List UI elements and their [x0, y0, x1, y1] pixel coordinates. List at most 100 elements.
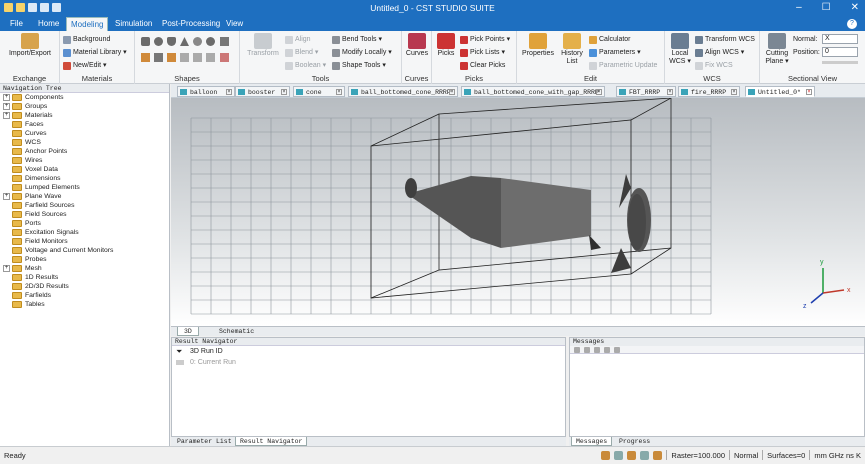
boolean-button[interactable]: Boolean ▾: [285, 61, 326, 70]
tree-item[interactable]: Faces: [0, 120, 169, 129]
doc-tab-booster[interactable]: booster ×: [235, 86, 290, 97]
parametric-update-button[interactable]: Parametric Update: [589, 61, 657, 70]
calculator-button[interactable]: Calculator: [589, 35, 631, 44]
bend-tools-button[interactable]: Bend Tools ▾: [332, 35, 382, 44]
close-tab-icon[interactable]: ×: [596, 89, 602, 95]
close-tab-icon[interactable]: ×: [731, 89, 737, 95]
cutting-plane-button[interactable]: Cutting Plane ▾: [762, 33, 792, 66]
close-tab-icon[interactable]: ×: [336, 89, 342, 95]
tab-modeling[interactable]: Modeling: [66, 17, 109, 31]
tree-item[interactable]: Farfield Sources: [0, 201, 169, 210]
analytic-icon[interactable]: [220, 53, 229, 62]
doc-tab-untitled[interactable]: Untitled_0* ×: [745, 86, 815, 97]
tree-item[interactable]: 2D/3D Results: [0, 282, 169, 291]
doc-tab-cone[interactable]: cone ×: [293, 86, 345, 97]
tree-item[interactable]: Ports: [0, 219, 169, 228]
sphere-icon[interactable]: [154, 37, 163, 46]
settings-icon[interactable]: [574, 346, 580, 353]
history-list-button[interactable]: History List: [558, 33, 586, 66]
curves-button[interactable]: Curves: [403, 33, 431, 58]
shape-dropdown-icon[interactable]: [220, 37, 229, 46]
shape-more-icon[interactable]: [206, 37, 215, 46]
modify-locally-button[interactable]: Modify Locally ▾: [332, 48, 392, 57]
tree-item[interactable]: + Materials: [0, 111, 169, 120]
maximize-icon[interactable]: ☐: [822, 1, 831, 15]
cylinder-icon[interactable]: [167, 37, 176, 46]
align-button[interactable]: Align: [285, 35, 311, 44]
extrude-icon[interactable]: [141, 53, 150, 62]
wire-icon[interactable]: [193, 53, 202, 62]
tab-file[interactable]: File: [6, 17, 27, 31]
tab-post-processing[interactable]: Post-Processing: [158, 17, 224, 31]
tree-item[interactable]: Field Monitors: [0, 237, 169, 246]
error-icon[interactable]: [594, 346, 600, 353]
tab-3d[interactable]: 3D: [177, 327, 199, 336]
minimize-icon[interactable]: –: [796, 1, 802, 15]
tab-simulation[interactable]: Simulation: [111, 17, 156, 31]
import-export-button[interactable]: Import/Export: [4, 33, 56, 58]
tree-item[interactable]: + Groups: [0, 102, 169, 111]
tree-item[interactable]: + Mesh: [0, 264, 169, 273]
brick-icon[interactable]: [141, 37, 150, 46]
result-navigator-column[interactable]: ⏷ 3D Run ID: [172, 346, 565, 357]
expand-icon[interactable]: +: [3, 103, 10, 110]
close-tab-icon[interactable]: ×: [449, 89, 455, 95]
blend-button[interactable]: Blend ▾: [285, 48, 318, 57]
tree-item[interactable]: + Components: [0, 93, 169, 102]
clear-picks-button[interactable]: Clear Picks: [460, 61, 505, 70]
mesh-view-icon[interactable]: [653, 450, 663, 460]
tree-item[interactable]: Voxel Data: [0, 165, 169, 174]
tree-item[interactable]: WCS: [0, 138, 169, 147]
local-wcs-button[interactable]: Local WCS ▾: [667, 33, 693, 66]
close-icon[interactable]: ✕: [851, 1, 859, 15]
loft-icon[interactable]: [167, 53, 176, 62]
shape-tools-button[interactable]: Shape Tools ▾: [332, 61, 386, 70]
fit-icon[interactable]: [627, 450, 637, 460]
doc-tab-ball-bottomed-cone[interactable]: ball_bottomed_cone_RRRP ×: [348, 86, 458, 97]
normal-select[interactable]: X: [822, 34, 858, 44]
tab-progress[interactable]: Progress: [615, 437, 654, 446]
doc-tab-fire[interactable]: fire_RRRP ×: [678, 86, 740, 97]
tree-item[interactable]: Probes: [0, 255, 169, 264]
tree-item[interactable]: Tables: [0, 300, 169, 309]
zoom-icon[interactable]: [601, 450, 611, 460]
tree-item[interactable]: Wires: [0, 156, 169, 165]
expand-icon[interactable]: +: [3, 94, 10, 101]
tab-messages[interactable]: Messages: [571, 437, 613, 446]
rotate-icon[interactable]: [154, 53, 163, 62]
torus-icon[interactable]: [193, 37, 202, 46]
close-tab-icon[interactable]: ×: [281, 89, 287, 95]
rotate-view-icon[interactable]: [640, 450, 650, 460]
doc-tab-fbt[interactable]: FBT_RRRP ×: [616, 86, 676, 97]
parameters-button[interactable]: Parameters ▾: [589, 48, 641, 57]
tree-item[interactable]: Anchor Points: [0, 147, 169, 156]
transform-button[interactable]: Transform: [243, 33, 283, 58]
tree-item[interactable]: Farfields: [0, 291, 169, 300]
info-icon[interactable]: [604, 346, 610, 353]
close-tab-icon[interactable]: ×: [226, 89, 232, 95]
3d-scene[interactable]: y x z: [171, 97, 865, 326]
close-tab-icon[interactable]: ×: [806, 89, 812, 95]
tree-item[interactable]: Lumped Elements: [0, 183, 169, 192]
position-input[interactable]: 0: [822, 47, 858, 57]
tree-item[interactable]: Voltage and Current Monitors: [0, 246, 169, 255]
tab-view[interactable]: View: [222, 17, 247, 31]
picks-button[interactable]: Picks: [434, 33, 458, 58]
expand-icon[interactable]: +: [3, 112, 10, 119]
face-icon[interactable]: [206, 53, 215, 62]
tab-result-navigator[interactable]: Result Navigator: [235, 437, 308, 446]
background-button[interactable]: Background: [63, 35, 110, 44]
tab-schematic[interactable]: Schematic: [213, 327, 260, 336]
cone-icon[interactable]: [180, 37, 189, 46]
new-edit-button[interactable]: New/Edit ▾: [63, 61, 106, 70]
material-library-button[interactable]: Material Library ▾: [63, 48, 127, 57]
transform-wcs-button[interactable]: Transform WCS: [695, 35, 755, 44]
warning-icon[interactable]: [584, 346, 590, 353]
doc-tab-ball-bottomed-cone-gap[interactable]: ball_bottomed_cone_with_gap_RRRP ×: [461, 86, 605, 97]
close-tab-icon[interactable]: ×: [667, 89, 673, 95]
tab-parameter-list[interactable]: Parameter List: [173, 437, 236, 446]
help-icon[interactable]: ?: [847, 19, 857, 29]
tree-item[interactable]: Excitation Signals: [0, 228, 169, 237]
filter-icon[interactable]: ⏷: [176, 346, 182, 357]
clear-icon[interactable]: [614, 346, 620, 353]
